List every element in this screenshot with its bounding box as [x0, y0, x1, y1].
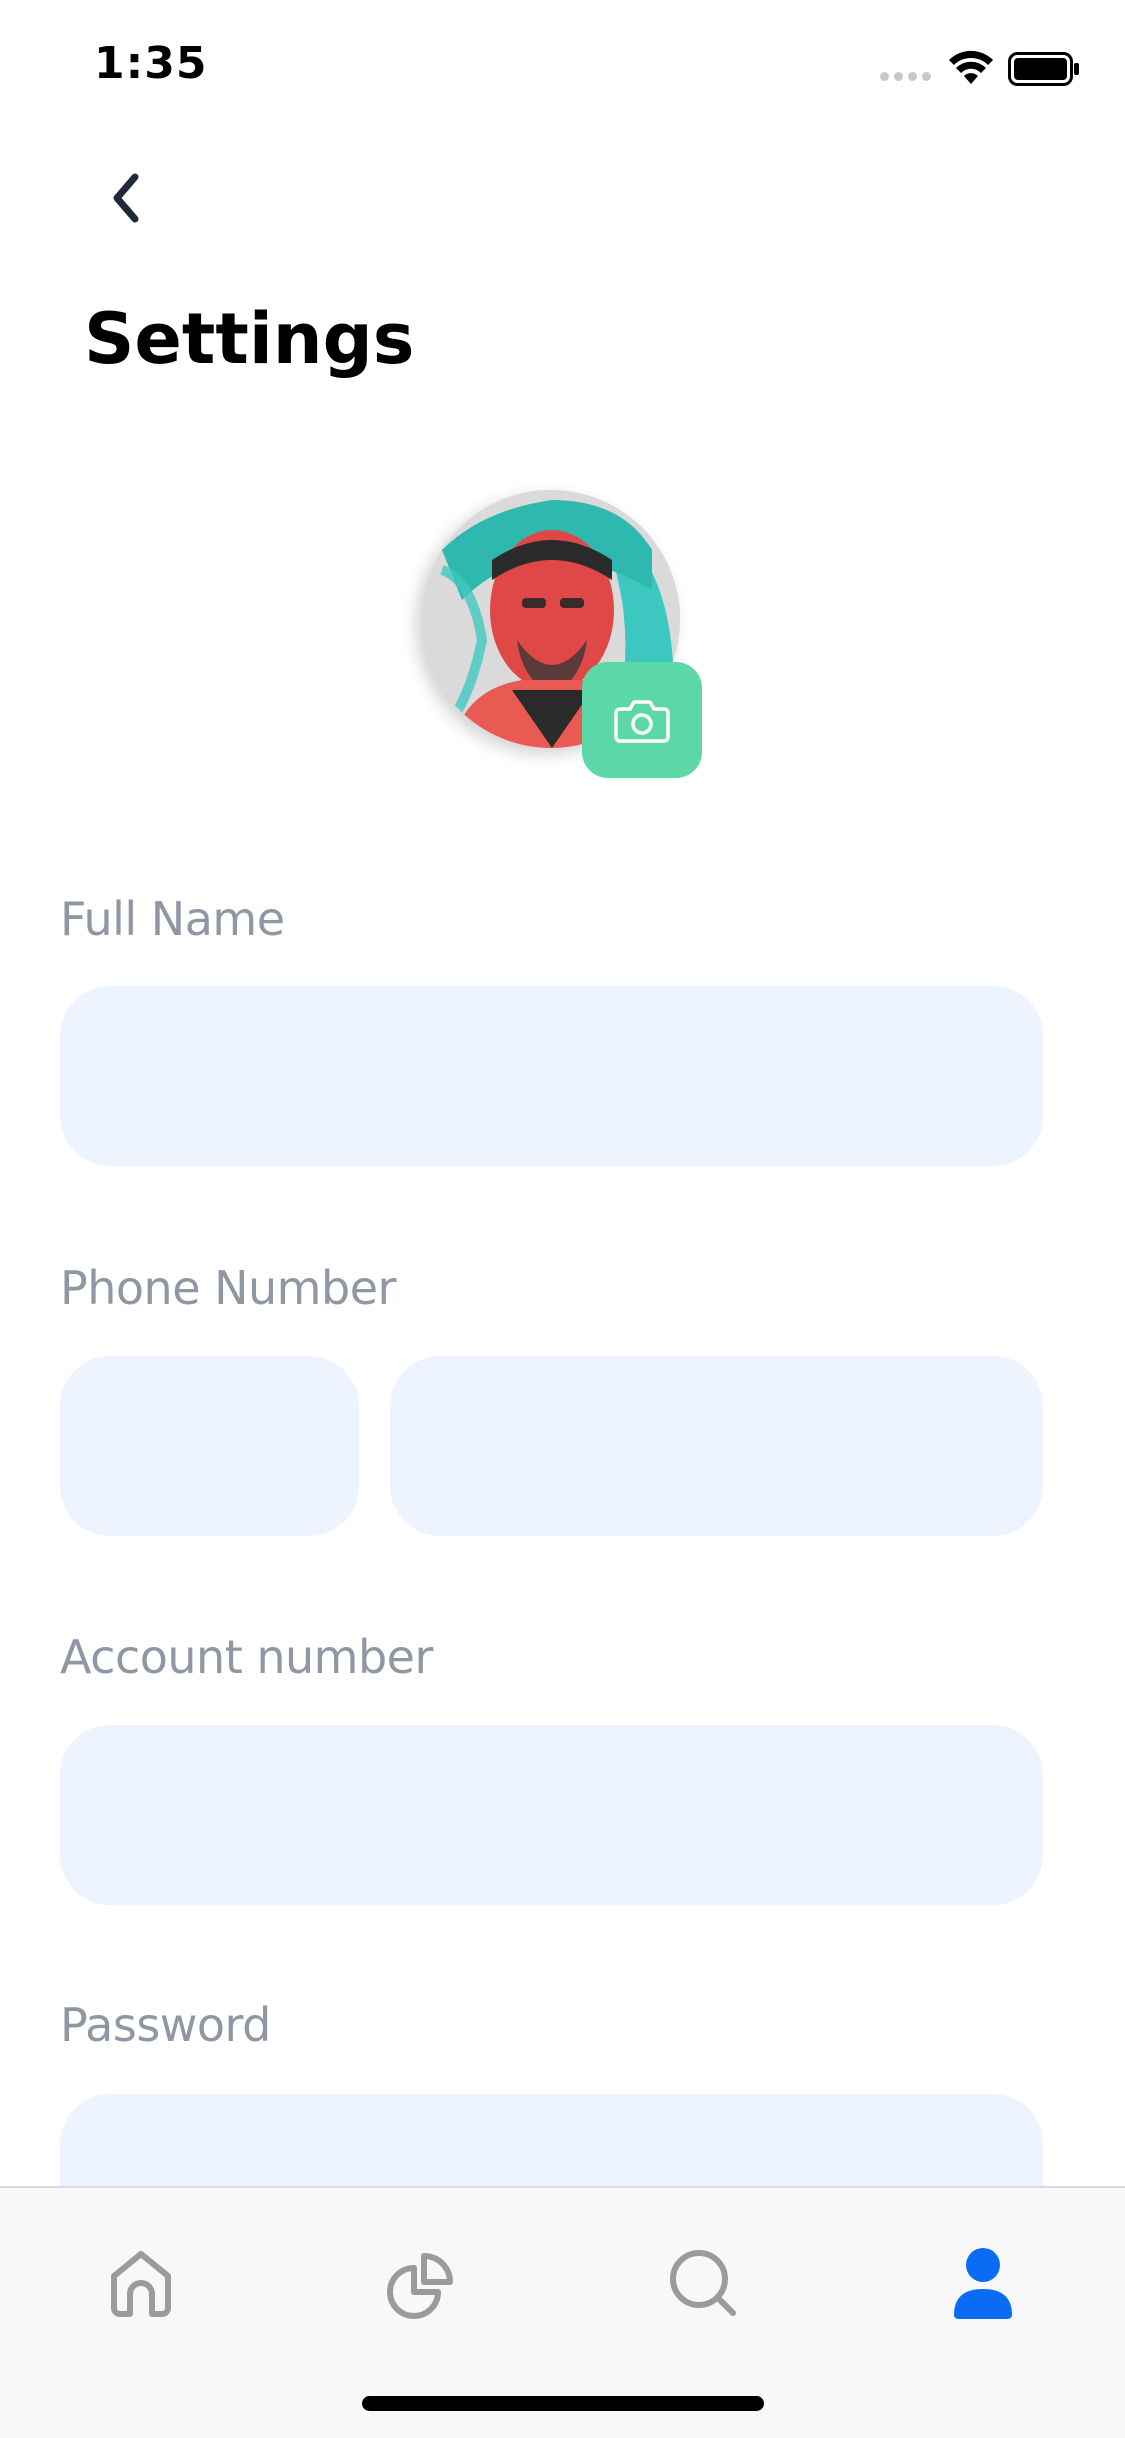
phone-number-label: Phone Number	[60, 1261, 396, 1315]
profile-icon	[954, 2248, 1012, 2319]
country-code-input[interactable]	[60, 1356, 359, 1536]
change-photo-button[interactable]	[582, 662, 702, 778]
account-number-input[interactable]	[60, 1725, 1043, 1905]
camera-icon	[614, 700, 670, 743]
back-button[interactable]	[90, 160, 160, 236]
status-bar: 1:35	[0, 0, 1125, 132]
page-title: Settings	[84, 298, 415, 380]
battery-icon	[1008, 52, 1079, 86]
pie-chart-icon	[387, 2253, 453, 2319]
home-icon	[111, 2251, 171, 2317]
status-time: 1:35	[94, 38, 208, 89]
phone-number-input[interactable]	[390, 1356, 1043, 1536]
wifi-icon	[949, 50, 993, 84]
chevron-left-icon	[113, 173, 139, 223]
full-name-input[interactable]	[60, 986, 1043, 1166]
full-name-label: Full Name	[60, 892, 285, 946]
tab-home[interactable]	[86, 2228, 196, 2338]
tab-search[interactable]	[648, 2228, 758, 2338]
cellular-signal-icon	[880, 72, 934, 84]
account-number-label: Account number	[60, 1630, 433, 1684]
home-indicator	[362, 2396, 764, 2411]
tab-statistics[interactable]	[366, 2228, 476, 2338]
search-icon	[670, 2250, 736, 2316]
tab-profile[interactable]	[928, 2228, 1038, 2338]
password-label: Password	[60, 1998, 271, 2052]
